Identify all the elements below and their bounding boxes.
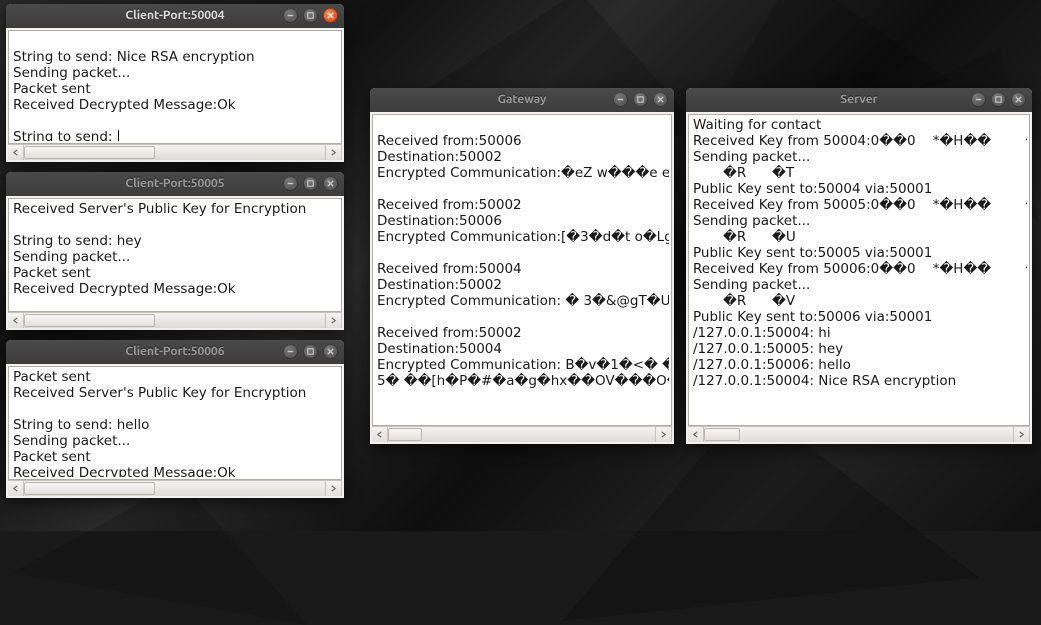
terminal-text: Received from:50006 Destination:50002 En… bbox=[377, 117, 669, 423]
terminal-panel[interactable]: Waiting for contact Received Key from 50… bbox=[688, 114, 1030, 426]
scroll-left-icon[interactable] bbox=[372, 427, 388, 442]
scrollbar-horizontal[interactable] bbox=[688, 426, 1030, 442]
maximize-icon[interactable] bbox=[303, 8, 318, 23]
minimize-icon[interactable] bbox=[283, 8, 298, 23]
scroll-left-icon[interactable] bbox=[8, 481, 24, 496]
window-client-50004[interactable]: Client-Port:50004 String to send: Nice R… bbox=[6, 4, 344, 162]
titlebar[interactable]: Client-Port:50005 bbox=[6, 172, 344, 196]
scrollbar-horizontal[interactable] bbox=[8, 312, 342, 328]
window-client-50006[interactable]: Client-Port:50006 Packet sent Received S… bbox=[6, 340, 344, 498]
terminal-text: Received Server's Public Key for Encrypt… bbox=[13, 201, 339, 309]
maximize-icon[interactable] bbox=[303, 344, 318, 359]
maximize-icon[interactable] bbox=[991, 92, 1006, 107]
scroll-thumb[interactable] bbox=[388, 428, 422, 441]
close-icon[interactable] bbox=[1011, 92, 1026, 107]
titlebar[interactable]: Server bbox=[686, 88, 1032, 112]
scroll-right-icon[interactable] bbox=[325, 313, 342, 328]
scroll-right-icon[interactable] bbox=[325, 481, 342, 496]
scroll-left-icon[interactable] bbox=[8, 145, 24, 160]
scroll-left-icon[interactable] bbox=[688, 427, 704, 442]
titlebar[interactable]: Gateway bbox=[370, 88, 674, 112]
close-icon[interactable] bbox=[653, 92, 668, 107]
scrollbar-horizontal[interactable] bbox=[8, 144, 342, 160]
titlebar[interactable]: Client-Port:50004 bbox=[6, 4, 344, 28]
minimize-icon[interactable] bbox=[283, 344, 298, 359]
minimize-icon[interactable] bbox=[971, 92, 986, 107]
close-icon[interactable] bbox=[323, 8, 338, 23]
scroll-right-icon[interactable] bbox=[655, 427, 672, 442]
titlebar[interactable]: Client-Port:50006 bbox=[6, 340, 344, 364]
maximize-icon[interactable] bbox=[633, 92, 648, 107]
window-gateway[interactable]: Gateway Received from:50006 Destination:… bbox=[370, 88, 674, 444]
scroll-thumb[interactable] bbox=[704, 428, 740, 441]
minimize-icon[interactable] bbox=[283, 176, 298, 191]
terminal-text: Packet sent Received Server's Public Key… bbox=[13, 369, 339, 477]
terminal-panel[interactable]: Packet sent Received Server's Public Key… bbox=[8, 366, 342, 480]
scroll-left-icon[interactable] bbox=[8, 313, 24, 328]
terminal-text: String to send: Nice RSA encryption Send… bbox=[13, 33, 339, 141]
window-server[interactable]: Server Waiting for contact Received Key … bbox=[686, 88, 1032, 444]
terminal-panel[interactable]: Received from:50006 Destination:50002 En… bbox=[372, 114, 672, 426]
window-client-50005[interactable]: Client-Port:50005 Received Server's Publ… bbox=[6, 172, 344, 330]
scroll-thumb[interactable] bbox=[24, 314, 155, 327]
maximize-icon[interactable] bbox=[303, 176, 318, 191]
minimize-icon[interactable] bbox=[613, 92, 628, 107]
close-icon[interactable] bbox=[323, 176, 338, 191]
scrollbar-horizontal[interactable] bbox=[8, 480, 342, 496]
terminal-panel[interactable]: String to send: Nice RSA encryption Send… bbox=[8, 30, 342, 144]
scroll-right-icon[interactable] bbox=[325, 145, 342, 160]
scroll-thumb[interactable] bbox=[24, 482, 155, 495]
terminal-panel[interactable]: Received Server's Public Key for Encrypt… bbox=[8, 198, 342, 312]
scroll-thumb[interactable] bbox=[24, 146, 155, 159]
scroll-right-icon[interactable] bbox=[1013, 427, 1030, 442]
close-icon[interactable] bbox=[323, 344, 338, 359]
terminal-text: Waiting for contact Received Key from 50… bbox=[693, 117, 1027, 423]
scrollbar-horizontal[interactable] bbox=[372, 426, 672, 442]
